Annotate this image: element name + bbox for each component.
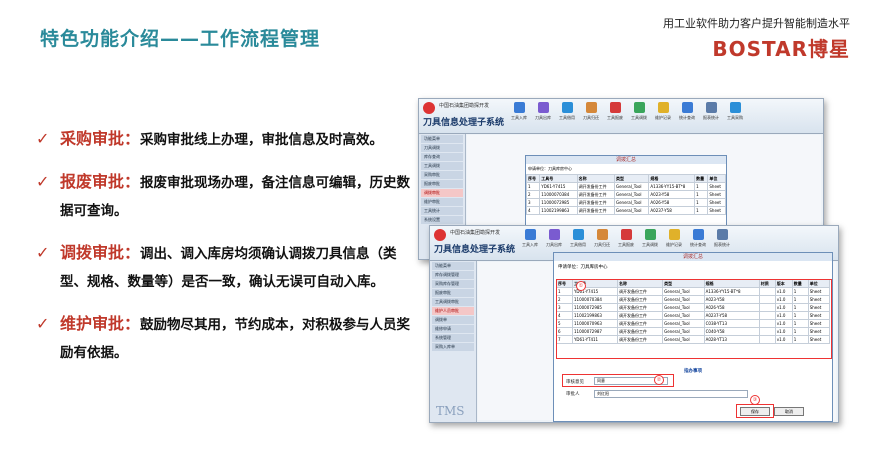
table-highlight-box bbox=[556, 279, 832, 359]
toolbar-button[interactable]: 维护记录 bbox=[653, 102, 673, 121]
company-logo-icon bbox=[434, 229, 446, 241]
check-icon: ✓ bbox=[36, 129, 50, 148]
toolbar-button[interactable]: 工具入库 bbox=[509, 102, 529, 121]
dialog-title: 调拨汇总 bbox=[526, 156, 726, 164]
company-name: 中国石油集团勘探开发 bbox=[450, 230, 501, 236]
check-icon: ✓ bbox=[36, 172, 50, 191]
feature-heading: 维护审批： bbox=[60, 314, 141, 333]
content-area: 调拨汇总 申请单位：刀具库房中心 序号工具号名称类型规格材质版本数量单位 1YD… bbox=[478, 252, 836, 422]
sidebar-item[interactable]: 工具调拨 bbox=[421, 162, 463, 170]
sidebar-item[interactable]: 库存查询 bbox=[421, 153, 463, 161]
toolbar-button[interactable]: 刀具出库 bbox=[544, 229, 564, 248]
sidebar-item[interactable]: 系统设置 bbox=[421, 216, 463, 224]
sidebar-item[interactable]: 维护审批 bbox=[421, 198, 463, 206]
toolbar-button[interactable]: 工具借用 bbox=[557, 102, 577, 121]
dialog-info: 申请单位：刀具库房中心 bbox=[528, 166, 572, 171]
sidebar-item[interactable]: 采购审批 bbox=[421, 171, 463, 179]
detail-table: 序号 工具号 名称 类型 规格 数量 单位 1 YD61-Y7415 调开发备份工件 Genera… bbox=[525, 174, 726, 215]
toolbar-button[interactable]: 工具报废 bbox=[605, 102, 625, 121]
feature-item: ✓ 采购审批：采购审批线上办理，审批信息及时高效。 bbox=[36, 125, 416, 154]
sidebar-item[interactable]: 报废审批 bbox=[432, 289, 474, 297]
dialog-info: 申请单位：刀具库房中心 bbox=[558, 265, 608, 270]
sidebar-item[interactable]: 工具调拨审批 bbox=[432, 298, 474, 306]
toolbar: 工具入库 刀具出库 工具借用 刀具归还 工具报废 工具调拨 维护记录 统计查询 … bbox=[520, 229, 732, 248]
feature-body: 采购审批线上办理，审批信息及时高效。 bbox=[140, 132, 384, 148]
feature-heading: 调拨审批： bbox=[60, 243, 141, 262]
section-note: 指办事项 bbox=[684, 369, 702, 374]
check-icon: ✓ bbox=[36, 314, 50, 333]
sidebar-item[interactable]: 维护人员审批 bbox=[432, 307, 474, 315]
table-row: 3 11000072985 调开发备份工件 General_Tool A026-Y58 1… bbox=[525, 198, 726, 207]
step-marker-2: ② bbox=[654, 375, 664, 385]
toolbar-button[interactable]: 工具入库 bbox=[520, 229, 540, 248]
sidebar-item[interactable]: 刀具调拨 bbox=[421, 144, 463, 152]
cancel-button[interactable]: 取消 bbox=[774, 407, 804, 416]
feature-heading: 采购审批： bbox=[60, 129, 141, 148]
toolbar-button[interactable]: 刀具归还 bbox=[592, 229, 612, 248]
sidebar-item[interactable]: 调拨单 bbox=[432, 316, 474, 324]
page-title: 特色功能介绍——工作流程管理 bbox=[40, 28, 321, 50]
feature-item: ✓ 调拨审批：调出、调入库房均须确认调拨刀具信息（类型、规格、数量等）是否一致，… bbox=[36, 239, 416, 296]
toolbar-button[interactable]: 统计查询 bbox=[677, 102, 697, 121]
toolbar-button[interactable]: 报表统计 bbox=[701, 102, 721, 121]
dialog-title: 调拨汇总 bbox=[554, 253, 832, 261]
app-screenshot-front: 中国石油集团勘探开发 刀具信息处理子系统 工具入库 刀具出库 工具借用 刀具归还… bbox=[429, 225, 839, 423]
feature-heading: 报废审批： bbox=[60, 172, 141, 191]
step-marker-1: ① bbox=[576, 281, 586, 291]
step-marker-3: ③ bbox=[750, 395, 760, 405]
toolbar-button[interactable]: 工具调拨 bbox=[629, 102, 649, 121]
toolbar-button[interactable]: 工具借用 bbox=[568, 229, 588, 248]
sidebar-item[interactable]: 调拨审批 bbox=[421, 189, 463, 197]
sidebar-item[interactable]: 库存调拨管理 bbox=[432, 271, 474, 279]
tms-watermark: TMS bbox=[436, 404, 465, 418]
feature-item: ✓ 维护审批：鼓励物尽其用，节约成本，对积极参与人员奖励有依据。 bbox=[36, 310, 416, 367]
sidebar-item[interactable]: 采购库存管理 bbox=[432, 280, 474, 288]
company-logo-icon bbox=[423, 102, 435, 114]
toolbar-button[interactable]: 工具采购 bbox=[725, 102, 745, 121]
toolbar-button[interactable]: 工具调拨 bbox=[640, 229, 660, 248]
approval-dialog: 调拨汇总 申请单位：刀具库房中心 序号工具号名称类型规格材质版本数量单位 1YD… bbox=[553, 252, 833, 422]
approver-label: 审批人 bbox=[566, 392, 580, 397]
check-icon: ✓ bbox=[36, 243, 50, 262]
app-header: 中国石油集团勘探开发 刀具信息处理子系统 工具入库 刀具出库 工具借用 刀具归还… bbox=[419, 99, 823, 134]
save-highlight-box bbox=[736, 404, 774, 418]
sidebar: 功能菜单 库存调拨管理 采购库存管理 报废审批 工具调拨审批 维护人员审批 调拨… bbox=[430, 261, 477, 422]
table-row: 4 11002199863 调开发备份工件 General_Tool A0237-Y58… bbox=[525, 206, 726, 215]
toolbar-button[interactable]: 刀具归还 bbox=[581, 102, 601, 121]
toolbar-button[interactable]: 维护记录 bbox=[664, 229, 684, 248]
app-title: 刀具信息处理子系统 bbox=[434, 245, 516, 255]
sidebar-item[interactable]: 报废审批 bbox=[421, 180, 463, 188]
sidebar-item[interactable]: 维修申请 bbox=[432, 325, 474, 333]
sidebar-item[interactable]: 工具统计 bbox=[421, 207, 463, 215]
detail-table-wrap: 序号工具号名称类型规格材质版本数量单位 1YD61-Y7415调开发备份工件Ge… bbox=[556, 279, 832, 359]
app-title: 刀具信息处理子系统 bbox=[423, 118, 505, 128]
sidebar-item[interactable]: 功能菜单 bbox=[421, 135, 463, 143]
toolbar-button[interactable]: 报表统计 bbox=[712, 229, 732, 248]
company-name: 中国石油集团勘探开发 bbox=[439, 103, 490, 109]
sidebar-item[interactable]: 系统管理 bbox=[432, 334, 474, 342]
sidebar-item[interactable]: 采购入库单 bbox=[432, 343, 474, 351]
feature-item: ✓ 报废审批：报废审批现场办理，备注信息可编辑，历史数据可查询。 bbox=[36, 168, 416, 225]
toolbar-button[interactable]: 刀具出库 bbox=[533, 102, 553, 121]
sidebar-item[interactable]: 功能菜单 bbox=[432, 262, 474, 270]
toolbar-button[interactable]: 统计查询 bbox=[688, 229, 708, 248]
table-row: 1 YD61-Y7415 调开发备份工件 General_Tool A1336-YY15… bbox=[525, 182, 726, 191]
feature-list: ✓ 采购审批：采购审批线上办理，审批信息及时高效。 ✓ 报废审批：报废审批现场办… bbox=[36, 125, 416, 381]
slogan: 用工业软件助力客户提升智能制造水平 bbox=[663, 17, 850, 30]
brand-logo: BOSTAR博星 bbox=[712, 37, 850, 61]
table-row: 2 11000070384 调开发备份工件 General_Tool A023-Y58 1… bbox=[525, 190, 726, 199]
toolbar-button[interactable]: 工具报废 bbox=[616, 229, 636, 248]
toolbar: 工具入库 刀具出库 工具借用 刀具归还 工具报废 工具调拨 维护记录 统计查询 … bbox=[509, 102, 745, 121]
approver-field[interactable]: 刘红阳 bbox=[594, 390, 748, 398]
